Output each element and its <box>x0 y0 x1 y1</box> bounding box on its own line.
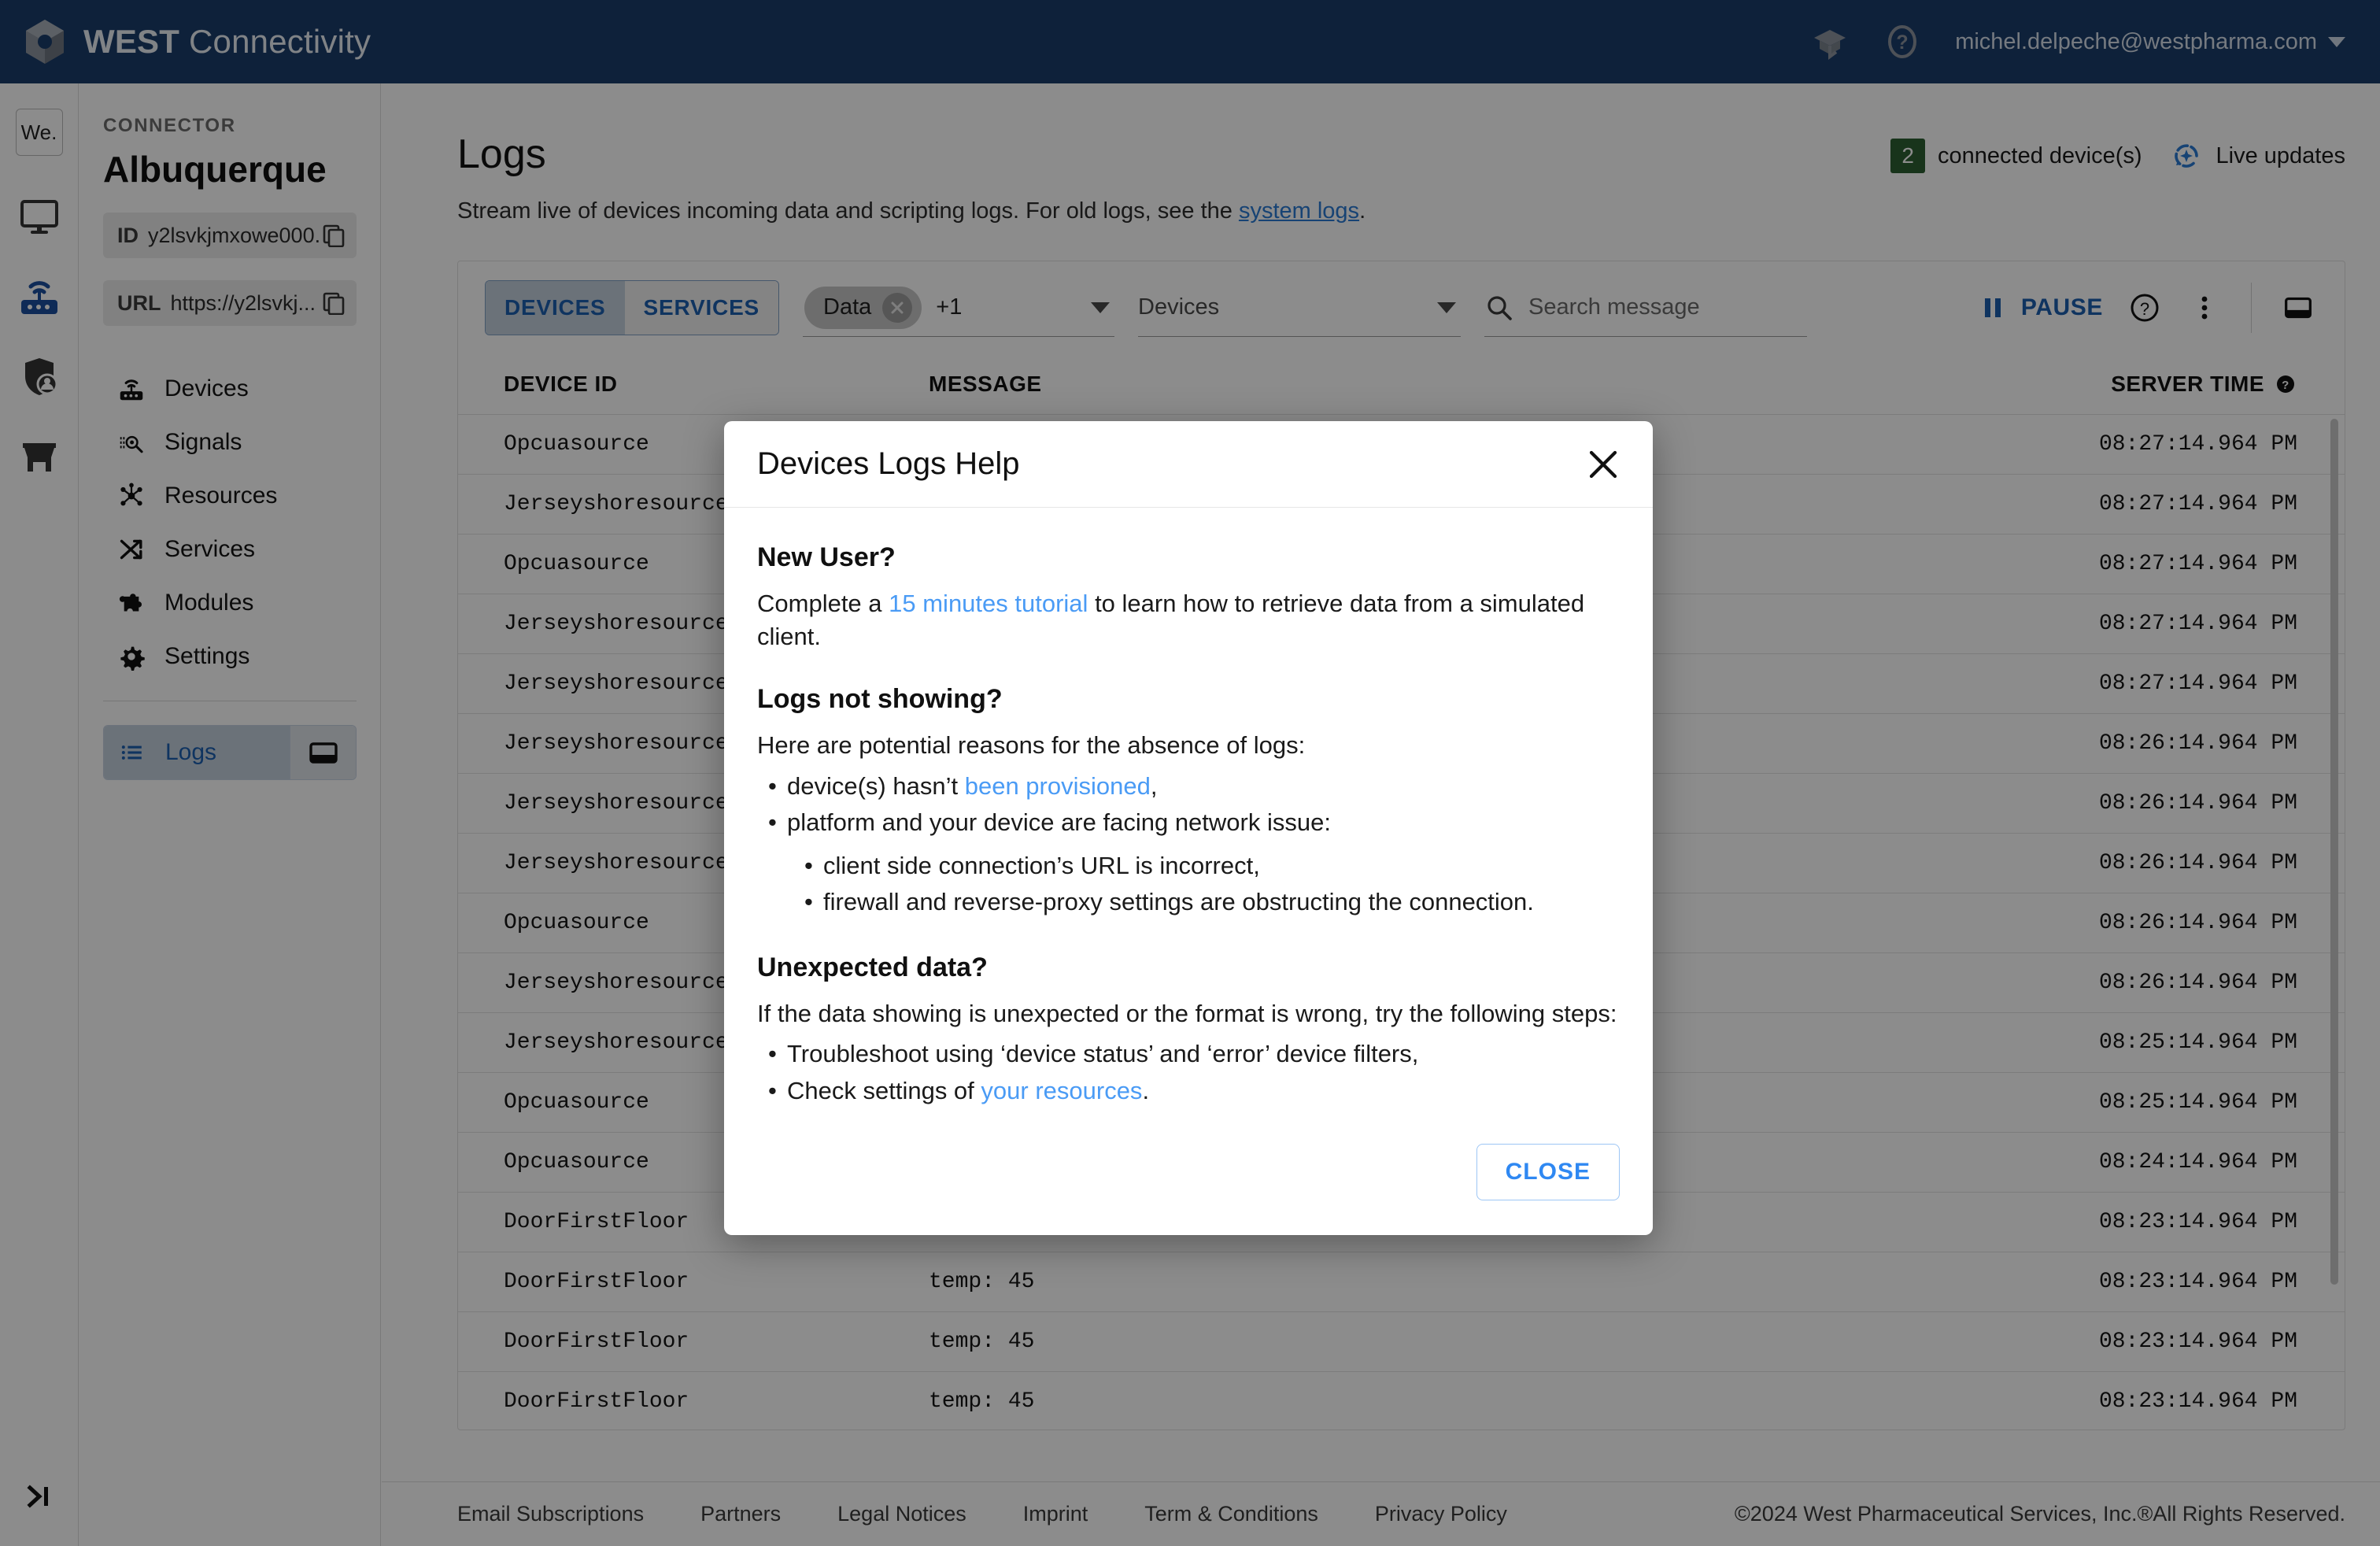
modal-header: Devices Logs Help <box>724 421 1653 508</box>
close-icon[interactable] <box>1585 446 1621 483</box>
bullet-text-post: . <box>1142 1076 1150 1104</box>
list-item: platform and your device are facing netw… <box>757 804 1620 841</box>
list-item: Troubleshoot using ‘device status’ and ‘… <box>757 1036 1620 1073</box>
list-item: device(s) hasn’t been provisioned, <box>757 768 1620 805</box>
unexpected-data-heading: Unexpected data? <box>757 952 988 982</box>
bullet-text-pre: device(s) hasn’t <box>787 771 965 800</box>
list-item: client side connection’s URL is incorrec… <box>793 848 1620 885</box>
modal-title: Devices Logs Help <box>757 446 1020 481</box>
bullet-text-pre: Check settings of <box>787 1076 981 1104</box>
modal-body: New User? Complete a 15 minutes tutorial… <box>724 508 1653 1117</box>
logs-not-showing-heading: Logs not showing? <box>757 684 1003 715</box>
logs-not-showing-intro: Here are potential reasons for the absen… <box>757 731 1306 760</box>
list-item: Check settings of your resources. <box>757 1073 1620 1110</box>
unexpected-data-intro: If the data showing is unexpected or the… <box>757 999 1617 1027</box>
modal-footer: CLOSE <box>724 1117 1653 1235</box>
bullet-text-post: , <box>1150 771 1158 800</box>
modal-section-new-user: New User? Complete a 15 minutes tutorial… <box>757 542 1620 653</box>
devices-logs-help-modal: Devices Logs Help New User? Complete a 1… <box>724 421 1653 1236</box>
modal-section-logs-not-showing: Logs not showing? Here are potential rea… <box>757 684 1620 921</box>
app-root: WEST Connectivity ? michel.delpeche@west… <box>0 0 2380 1546</box>
tutorial-link[interactable]: 15 minutes tutorial <box>889 590 1088 617</box>
list-item: firewall and reverse-proxy settings are … <box>793 884 1620 921</box>
logs-not-showing-sublist: client side connection’s URL is incorrec… <box>793 848 1620 921</box>
your-resources-link[interactable]: your resources <box>981 1077 1142 1104</box>
new-user-heading: New User? <box>757 542 896 572</box>
modal-section-unexpected-data: Unexpected data? If the data showing is … <box>757 952 1620 1110</box>
new-user-text: Complete a 15 minutes tutorial to learn … <box>757 587 1620 653</box>
logs-not-showing-list: device(s) hasn’t been provisioned, platf… <box>757 768 1620 841</box>
been-provisioned-link[interactable]: been provisioned <box>965 772 1151 800</box>
new-user-text-pre: Complete a <box>757 590 889 617</box>
unexpected-data-list: Troubleshoot using ‘device status’ and ‘… <box>757 1036 1620 1109</box>
close-button[interactable]: CLOSE <box>1476 1144 1620 1201</box>
